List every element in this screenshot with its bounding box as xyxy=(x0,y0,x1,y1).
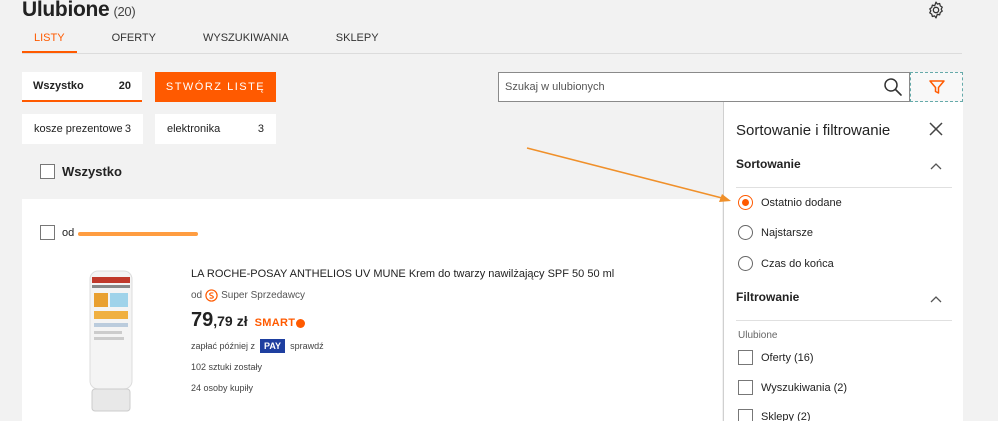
filter-option-offers[interactable]: Oferty (16) xyxy=(738,350,814,365)
product-image[interactable] xyxy=(82,269,140,414)
filter-option-label: Oferty (16) xyxy=(761,351,814,364)
price-integer: 79 xyxy=(191,309,214,331)
sort-divider xyxy=(736,187,952,188)
page-header: Ulubione (20) LISTY OFERTY WYSZUKIWANIA S… xyxy=(0,0,998,54)
tabs-divider xyxy=(22,53,962,54)
list-chip-all-label: Wszystko xyxy=(33,80,84,92)
pay-prefix: zapłać później z xyxy=(191,341,256,351)
page-title: Ulubione (20) xyxy=(22,0,136,22)
sort-option-recent[interactable]: Ostatnio dodane xyxy=(738,195,842,210)
filter-divider xyxy=(736,320,952,321)
smart-dot-icon xyxy=(296,318,306,328)
sort-option-ending[interactable]: Czas do końca xyxy=(738,256,834,271)
pay-badge: PAY xyxy=(260,339,286,353)
filter-checkbox[interactable] xyxy=(738,350,753,365)
pay-later-row: zapłać później z PAY sprawdź xyxy=(191,339,324,353)
tab-wyszukiwania[interactable]: WYSZUKIWANIA xyxy=(191,31,301,53)
list-chip-count: 3 xyxy=(257,123,264,135)
smart-label: SMART xyxy=(254,317,296,329)
super-seller-icon xyxy=(205,289,218,302)
radio-icon xyxy=(738,225,753,240)
list-chip-all-count: 20 xyxy=(118,80,131,92)
pay-check-link[interactable]: sprawdź xyxy=(290,341,324,351)
product-title[interactable]: LA ROCHE-POSAY ANTHELIOS UV MUNE Krem do… xyxy=(191,268,614,280)
gear-icon[interactable] xyxy=(926,0,946,20)
close-icon[interactable] xyxy=(928,121,944,137)
search-box xyxy=(498,72,910,102)
create-list-button[interactable]: STWÓRZ LISTĘ xyxy=(155,72,276,102)
sort-option-oldest[interactable]: Najstarsze xyxy=(738,225,813,240)
filter-option-label: Sklepy (2) xyxy=(761,410,811,421)
tab-sklepy[interactable]: SKLEPY xyxy=(324,31,391,53)
filter-checkbox[interactable] xyxy=(738,380,753,395)
super-seller-label: Super Sprzedawcy xyxy=(221,290,306,301)
price-currency: zł xyxy=(236,313,248,329)
list-chip-all[interactable]: Wszystko 20 xyxy=(22,72,142,102)
panel-title: Sortowanie i filtrowanie xyxy=(736,122,891,139)
favorites-count: (20) xyxy=(113,4,136,19)
redacted-seller-name xyxy=(78,231,199,236)
page-title-text: Ulubione xyxy=(22,0,110,21)
seller-prefix: od xyxy=(62,226,75,239)
filter-option-searches[interactable]: Wyszukiwania (2) xyxy=(738,380,847,395)
sort-section-title[interactable]: Sortowanie xyxy=(736,157,801,171)
search-icon[interactable] xyxy=(883,77,903,97)
price: 79 ,79 zł SMART xyxy=(191,309,306,332)
sort-option-label: Czas do końca xyxy=(761,257,834,270)
list-chip-label: kosze prezentowe xyxy=(34,123,123,135)
price-decimal: ,79 xyxy=(213,313,233,329)
sort-option-label: Ostatnio dodane xyxy=(761,196,842,209)
select-all-checkbox[interactable] xyxy=(40,164,55,179)
tab-listy[interactable]: LISTY xyxy=(22,31,77,53)
seller-group-row: od xyxy=(40,225,199,240)
funnel-icon xyxy=(928,80,945,94)
sort-filter-panel: Sortowanie i filtrowanie Sortowanie Osta… xyxy=(723,102,963,421)
list-chip-gift-baskets[interactable]: kosze prezentowe 3 xyxy=(22,114,143,144)
filter-option-shops[interactable]: Sklepy (2) xyxy=(738,409,811,421)
sort-option-label: Najstarsze xyxy=(761,226,813,239)
filter-option-label: Wyszukiwania (2) xyxy=(761,381,848,394)
favorites-tabs: LISTY OFERTY WYSZUKIWANIA SKLEPY xyxy=(22,31,414,53)
filter-button[interactable] xyxy=(910,72,963,102)
smart-badge: SMART xyxy=(255,317,306,329)
select-all-label: Wszystko xyxy=(62,164,122,179)
filter-checkbox[interactable] xyxy=(738,409,753,421)
list-chip-count: 3 xyxy=(124,123,131,135)
favorite-item-card: od LA ROCHE-POSAY ANTHELIOS UV MUNE Krem… xyxy=(22,199,722,421)
list-chip-label: elektronika xyxy=(167,123,221,135)
seller-by: od xyxy=(191,290,203,301)
filter-group-label: Ulubione xyxy=(738,330,778,341)
bought-count: 24 osoby kupiły xyxy=(191,383,254,393)
tab-oferty[interactable]: OFERTY xyxy=(100,31,168,53)
list-chip-electronics[interactable]: elektronika 3 xyxy=(155,114,276,144)
filter-section-title[interactable]: Filtrowanie xyxy=(736,290,799,304)
product-seller: od Super Sprzedawcy xyxy=(191,289,305,302)
chevron-up-icon[interactable] xyxy=(930,162,942,170)
item-checkbox[interactable] xyxy=(40,225,55,240)
stock-left: 102 sztuki zostały xyxy=(191,362,263,372)
chevron-up-icon[interactable] xyxy=(930,295,942,303)
radio-selected-icon xyxy=(738,195,753,210)
radio-icon xyxy=(738,256,753,271)
select-all-row: Wszystko xyxy=(40,164,122,179)
search-input[interactable] xyxy=(505,78,865,96)
